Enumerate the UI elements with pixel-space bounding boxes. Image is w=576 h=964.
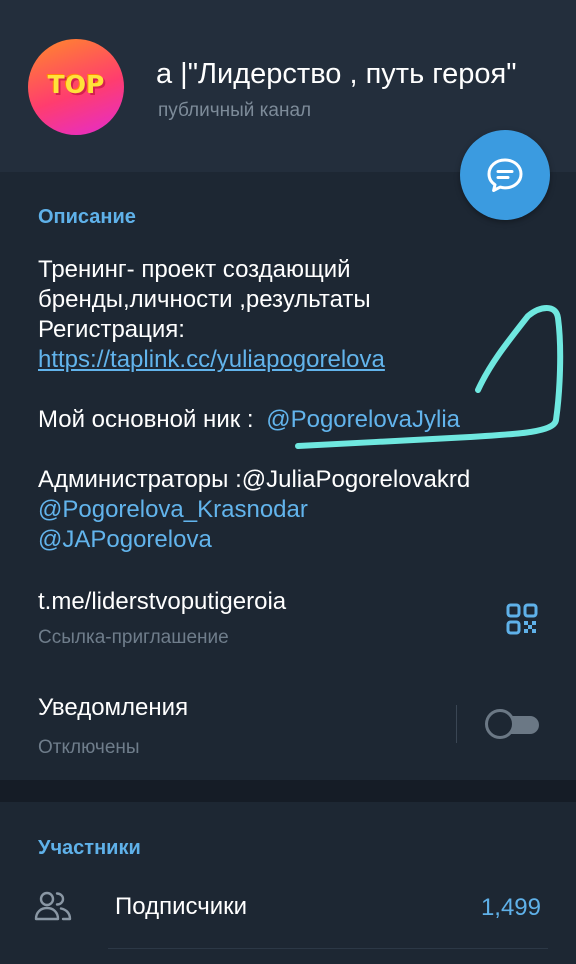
description-line: бренды,личности ,результаты bbox=[38, 286, 371, 313]
chat-bubble-icon bbox=[487, 158, 523, 192]
subscribers-label[interactable]: Подписчики bbox=[115, 893, 247, 921]
nick-label: Мой основной ник : bbox=[38, 406, 261, 433]
channel-avatar[interactable]: TOP bbox=[28, 39, 124, 135]
invite-link[interactable]: t.me/liderstvoputigeroia bbox=[38, 588, 286, 616]
participants-section bbox=[0, 802, 576, 964]
subscribers-count: 1,499 bbox=[480, 894, 541, 921]
row-separator bbox=[456, 705, 457, 743]
admins-label[interactable]: Администраторы :@JuliaPogorelovakrd bbox=[38, 465, 470, 495]
admin-mention[interactable]: @Pogorelova_Krasnodar bbox=[38, 495, 308, 525]
notifications-status: Отключены bbox=[38, 737, 140, 758]
notifications-toggle[interactable] bbox=[485, 709, 541, 739]
description-line: Регистрация: bbox=[38, 316, 185, 343]
qr-code-icon[interactable] bbox=[506, 603, 538, 635]
channel-type: публичный канал bbox=[158, 100, 312, 121]
section-divider bbox=[0, 780, 576, 802]
registration-link[interactable]: https://taplink.cc/yuliapogorelova bbox=[38, 345, 385, 375]
admin-mention[interactable]: @JAPogorelova bbox=[38, 525, 212, 555]
avatar-logo-text: TOP bbox=[47, 69, 105, 99]
participants-header: Участники bbox=[38, 837, 141, 859]
message-button[interactable] bbox=[460, 130, 550, 220]
channel-title: а |"Лидерство , путь героя" bbox=[156, 58, 517, 90]
nick-mention[interactable]: @PogorelovaJylia bbox=[266, 406, 460, 433]
row-divider bbox=[108, 948, 548, 949]
toggle-knob bbox=[485, 709, 515, 739]
description-line: Тренинг- проект создающий bbox=[38, 256, 351, 283]
description-header: Описание bbox=[38, 206, 136, 228]
nick-line: Мой основной ник : @PogorelovaJylia bbox=[38, 405, 460, 435]
invite-caption: Ссылка-приглашение bbox=[38, 627, 229, 648]
people-icon bbox=[34, 891, 72, 921]
notifications-label[interactable]: Уведомления bbox=[38, 694, 188, 722]
